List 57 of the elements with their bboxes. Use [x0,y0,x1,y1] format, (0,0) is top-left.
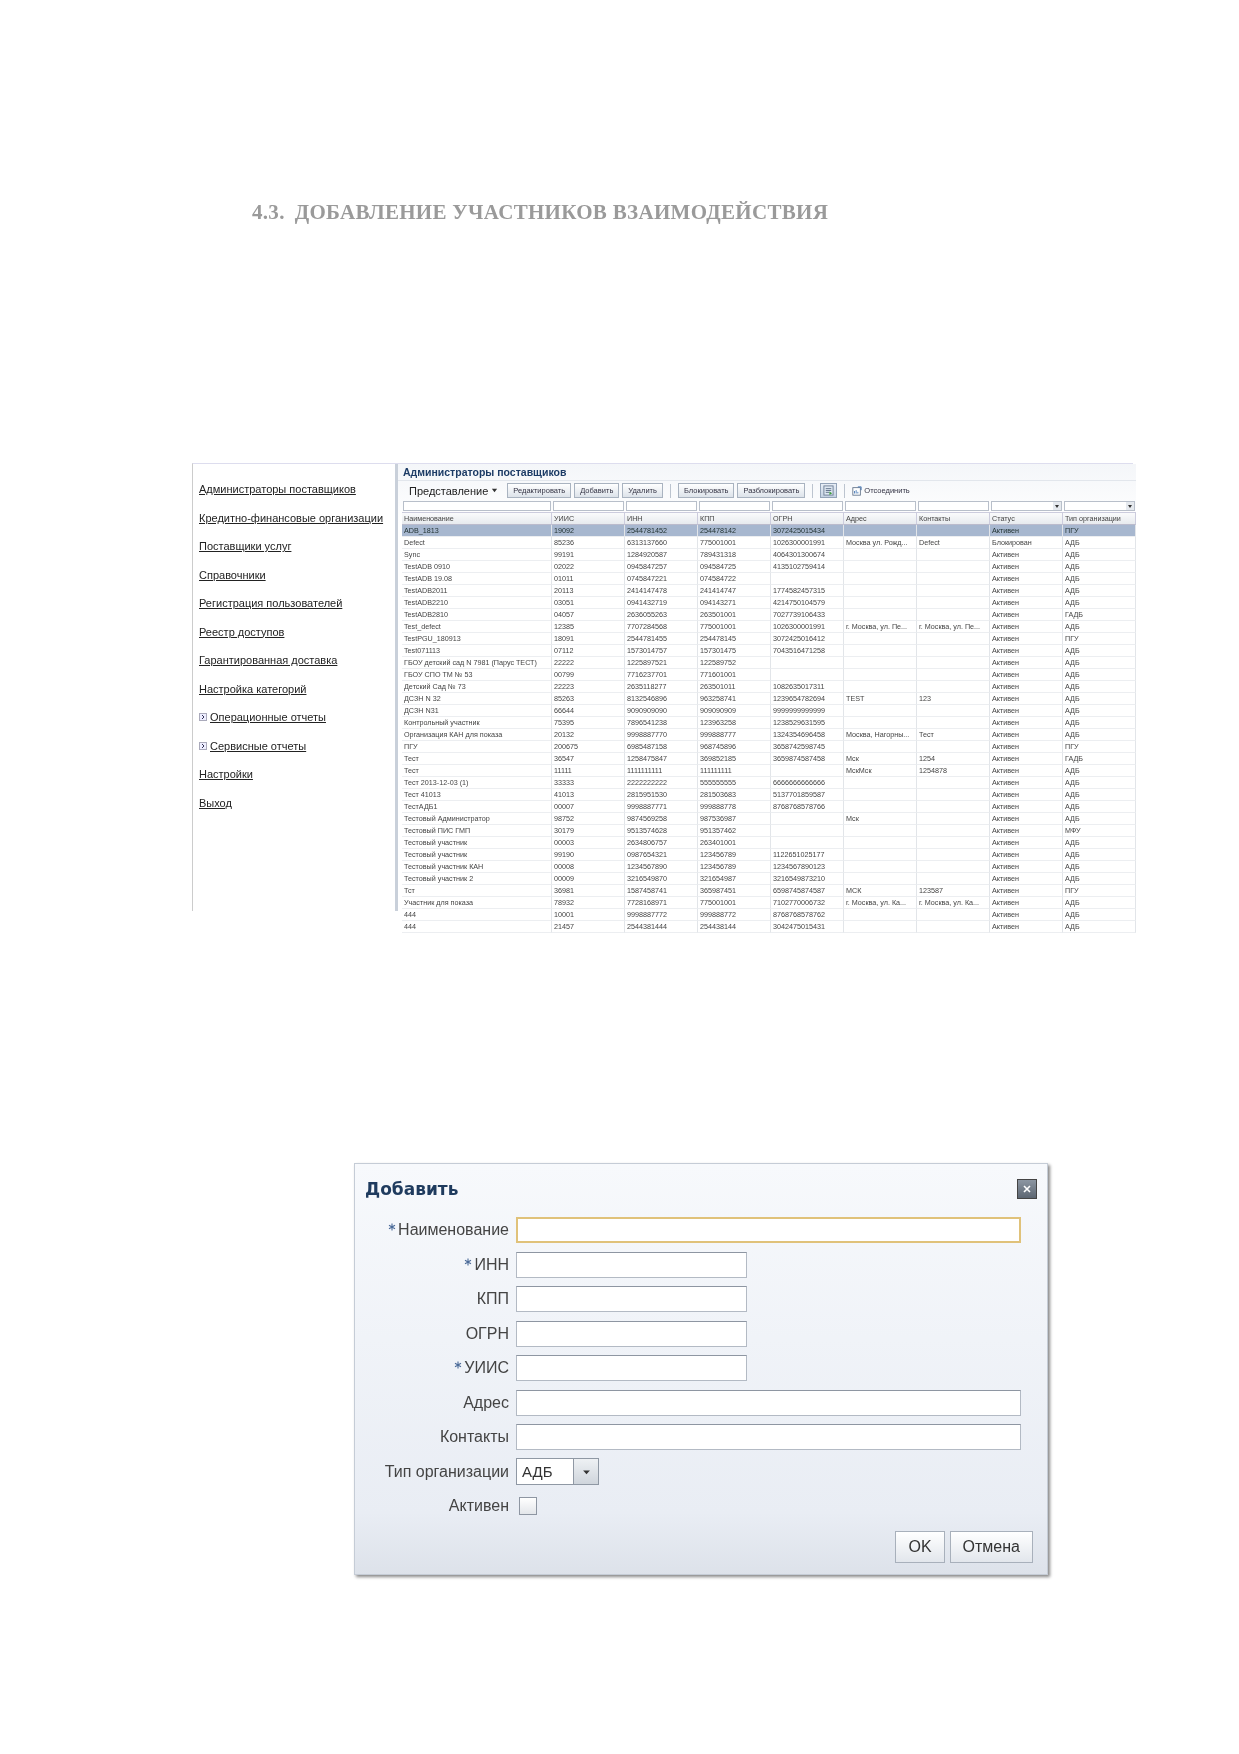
field-label: Наименование [398,1221,509,1239]
sidebar-link[interactable]: Гарантированная доставка [199,654,338,666]
text-field[interactable] [516,1424,1021,1450]
sidebar-link[interactable]: Справочники [199,568,266,581]
chart-icon [852,485,863,496]
filter-field[interactable] [699,501,770,511]
field-label: Адрес [463,1393,509,1412]
dialog-button[interactable]: OK [895,1531,945,1563]
dropdown-arrow-icon [581,1467,591,1476]
panel-title: Администраторы поставщиков [402,465,568,480]
checkbox[interactable] [519,1497,537,1515]
filter-field[interactable] [918,501,989,511]
sidebar-link[interactable]: Операционные отчеты [210,711,326,723]
text-field[interactable] [516,1389,1021,1416]
caret-icon [491,487,499,494]
text-field[interactable] [516,1286,747,1312]
dialog-button[interactable]: Отмена [949,1531,1033,1563]
sidebar-link[interactable]: Администраторы поставщиков [199,483,356,495]
sidebar-link[interactable]: Кредитно-финансовые организации [199,511,384,524]
close-button[interactable] [1017,1179,1037,1199]
filter-field[interactable] [626,501,697,511]
filter-dropdown[interactable] [1064,501,1135,511]
view-menu[interactable]: Представление [403,484,505,497]
field-label: Активен [448,1497,509,1515]
export-button[interactable] [820,483,838,498]
sidebar-link[interactable]: Сервисные отчеты [210,739,307,752]
field-label: Тип организации [384,1462,509,1481]
field-label: ИНН [474,1255,509,1274]
sidebar-link[interactable]: Выход [199,796,232,809]
filter-field[interactable] [553,501,624,511]
sidebar-link[interactable]: Настройки [199,768,253,780]
text-field[interactable] [516,1217,1021,1243]
dropdown-arrow-icon [1053,502,1061,510]
sidebar-link[interactable]: Регистрация пользователей [199,597,343,609]
field-label: КПП [476,1290,509,1308]
sidebar-link[interactable]: Реестр доступов [199,625,285,638]
expand-icon[interactable] [199,741,207,750]
filter-field[interactable] [845,501,916,511]
filter-dropdown[interactable] [991,501,1062,511]
sidebar-link[interactable]: Настройка категорий [199,682,307,695]
filter-field[interactable] [403,501,551,511]
text-field[interactable] [516,1251,747,1278]
close-icon [1022,1184,1032,1194]
section-number: 4.3. [252,200,285,225]
field-label: УИИС [464,1359,509,1377]
section-title: ДОБАВЛЕНИЕ УЧАСТНИКОВ ВЗАИМОДЕЙСТВИЯ [294,200,829,225]
filter-field[interactable] [772,501,843,511]
expand-icon[interactable] [199,713,207,721]
list-icon [823,485,835,496]
dropdown-arrow-icon [1126,502,1134,510]
field-label: Контакты [439,1428,509,1446]
dialog-title: Добавить [365,1179,459,1199]
sidebar-link[interactable]: Поставщики услуг [199,540,292,552]
text-field[interactable] [516,1355,747,1381]
text-field[interactable] [516,1320,747,1347]
select-field[interactable]: АДБ [516,1458,599,1485]
field-label: ОГРН [465,1324,509,1343]
